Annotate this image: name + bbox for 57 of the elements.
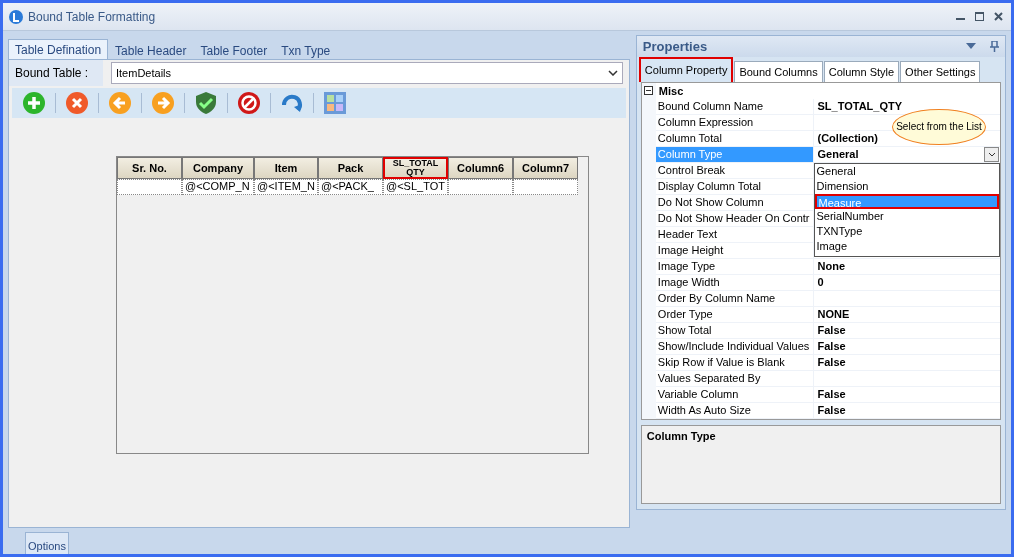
tab[interactable]: Table Footer: [193, 41, 275, 59]
shield-check-icon[interactable]: [194, 91, 218, 115]
add-icon[interactable]: [22, 91, 46, 115]
column-header[interactable]: Pack: [318, 157, 383, 179]
dropdown-arrow-icon[interactable]: [966, 43, 976, 50]
category-label: Misc: [658, 84, 684, 97]
tab[interactable]: Table Defination: [8, 39, 109, 59]
tab[interactable]: Column Style: [823, 60, 900, 82]
column-header[interactable]: Company: [182, 157, 254, 179]
panel-title: Properties: [642, 38, 709, 54]
property-value: NONE: [817, 307, 850, 320]
property-value: (Collection): [817, 131, 878, 144]
stop-icon[interactable]: [237, 91, 261, 115]
property-value: False: [817, 387, 846, 400]
list-option[interactable]: Image: [814, 238, 999, 254]
help-title: Column Type: [646, 429, 716, 442]
property-name[interactable]: Bound Column Name: [655, 98, 814, 115]
field-label: Bound Table :: [9, 60, 103, 86]
tab[interactable]: Options: [25, 532, 69, 554]
table-cell: @<ITEM_N: [254, 179, 318, 195]
window-title: Bound Table Formatting: [28, 9, 157, 24]
chevron-down-icon: [987, 151, 996, 157]
maximize-icon[interactable]: [974, 12, 984, 21]
tab[interactable]: Other Settings: [900, 60, 981, 82]
column-header[interactable]: Sr. No.: [117, 157, 182, 179]
property-value: 0: [817, 275, 824, 288]
column-header[interactable]: Column6: [448, 157, 513, 179]
tab[interactable]: Txn Type: [274, 41, 338, 59]
grid-layout-icon[interactable]: [323, 91, 347, 115]
close-icon[interactable]: [993, 12, 1003, 21]
pin-icon[interactable]: [990, 40, 999, 52]
property-value: False: [817, 355, 846, 368]
list-option[interactable]: SerialNumber: [814, 208, 999, 224]
bound-table-dropdown[interactable]: ItemDetails: [111, 62, 623, 84]
table-cell: @<COMP_N: [182, 179, 254, 195]
list-option[interactable]: Dimension: [814, 178, 999, 194]
table-cell: [448, 179, 513, 195]
tab[interactable]: Bound Columns: [734, 60, 823, 82]
chevron-down-icon: [607, 70, 618, 76]
property-value: None: [817, 259, 845, 272]
table-cell: @<PACK_: [318, 179, 383, 195]
column-header[interactable]: SL_TOTAL QTY: [383, 157, 448, 179]
app-logo-icon: [9, 9, 23, 24]
list-option[interactable]: General: [814, 163, 999, 179]
table-cell: @<SL_TOT: [383, 179, 448, 195]
collapse-icon[interactable]: [643, 86, 653, 96]
tab[interactable]: Column Property: [638, 56, 734, 82]
tab[interactable]: Table Header: [108, 41, 194, 59]
property-value: False: [817, 323, 846, 336]
column-header[interactable]: Item: [254, 157, 318, 179]
property-value: False: [817, 403, 846, 416]
table-cell: [513, 179, 578, 195]
list-option[interactable]: TXNType: [814, 223, 999, 239]
column-header[interactable]: Column7: [513, 157, 578, 179]
property-value: General: [817, 147, 859, 160]
delete-icon[interactable]: [65, 91, 89, 115]
property-value: False: [817, 339, 846, 352]
